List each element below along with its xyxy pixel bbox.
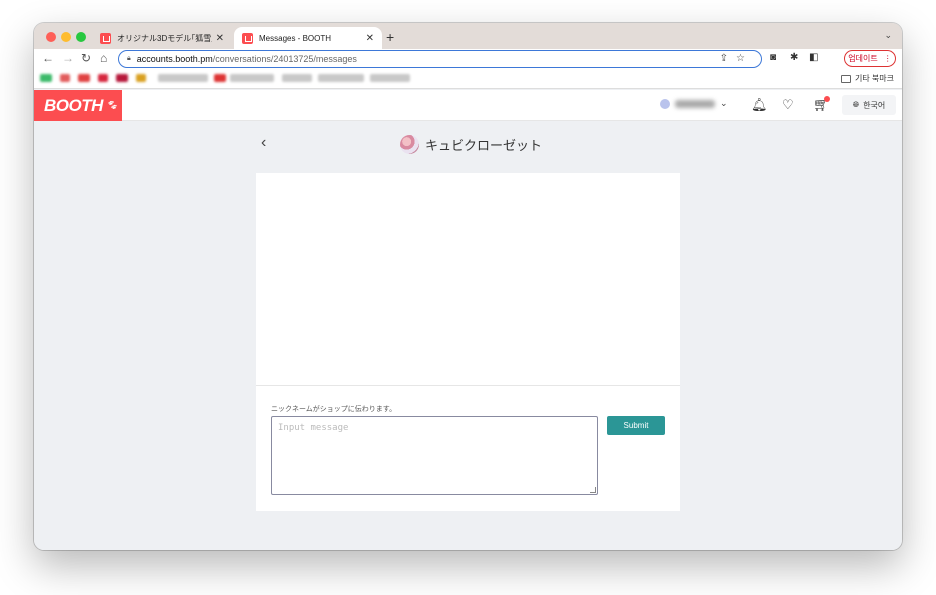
language-label: 한국어 <box>863 100 886 110</box>
back-button[interactable]: ‹ <box>261 134 266 152</box>
booth-logo[interactable]: BOOTH 🐾︎ <box>34 90 122 121</box>
other-bookmarks-folder[interactable]: 기타 북마크 <box>840 73 894 84</box>
shop-name[interactable]: キュビクローゼット <box>425 135 542 154</box>
shop-avatar <box>400 135 419 154</box>
sidebar-icon[interactable]: ◧ <box>809 52 818 63</box>
lock-icon: 🔒︎ <box>127 55 131 62</box>
conversation-header: キュビクローゼット <box>400 135 542 154</box>
reload-icon[interactable]: ↻ <box>81 51 91 65</box>
bookmark-item[interactable] <box>214 74 226 82</box>
site-header: BOOTH 🐾︎ ⌄ 🔔︎ ♡ 🛒︎ 🌐︎ 한국어 <box>34 90 902 121</box>
chevron-down-icon: ⌄ <box>720 98 728 108</box>
extensions-icon[interactable]: ✱ <box>790 52 798 63</box>
close-window-button[interactable] <box>46 32 56 42</box>
bookmark-item[interactable] <box>318 74 364 82</box>
message-input[interactable] <box>271 416 598 495</box>
bookmark-item[interactable] <box>230 74 274 82</box>
address-bar[interactable]: 🔒︎ accounts.booth.pm/conversations/24013… <box>118 50 762 68</box>
submit-button[interactable]: Submit <box>607 416 665 435</box>
update-label: 업데이트 <box>848 54 878 63</box>
bookmark-item[interactable] <box>116 74 128 82</box>
logo-text: BOOTH <box>44 95 103 115</box>
close-tab-icon[interactable]: ✕ <box>216 33 224 44</box>
tab-strip: オリジナル3Dモデル｢狐雪｣Ver.1.05 ✕ Messages - BOOT… <box>34 23 902 49</box>
booth-favicon-icon <box>100 32 111 44</box>
main-content: ‹ キュビクローゼット ニックネームがショップに伝わります。 Submit <box>34 121 902 550</box>
home-icon[interactable]: ⌂ <box>100 51 107 65</box>
update-button[interactable]: 업데이트 ⋮ <box>844 50 896 67</box>
globe-icon: 🌐︎ <box>852 100 860 109</box>
tab-product[interactable]: オリジナル3Dモデル｢狐雪｣Ver.1.05 ✕ <box>92 27 232 49</box>
bookmark-item[interactable] <box>282 74 312 82</box>
browser-window: オリジナル3Dモデル｢狐雪｣Ver.1.05 ✕ Messages - BOOT… <box>34 23 902 550</box>
nickname-notice: ニックネームがショップに伝わります。 <box>271 406 397 413</box>
language-button[interactable]: 🌐︎ 한국어 <box>842 95 896 115</box>
url-host: accounts.booth.pm <box>136 54 213 64</box>
bookmark-item[interactable] <box>98 74 108 82</box>
user-name-blurred <box>675 99 715 108</box>
browser-toolbar: ← → ↻ ⌂ 🔒︎ accounts.booth.pm/conversatio… <box>34 49 902 69</box>
close-tab-icon[interactable]: ✕ <box>366 33 374 44</box>
tab-title: Messages - BOOTH <box>259 33 332 43</box>
avatar <box>660 98 670 109</box>
bookmark-item[interactable] <box>136 74 146 82</box>
camera-icon[interactable]: ◙ <box>770 52 776 63</box>
heart-icon[interactable]: ♡ <box>782 97 794 113</box>
tab-title: オリジナル3Dモデル｢狐雪｣Ver.1.05 <box>117 33 212 43</box>
bookmark-folder-label: 기타 북마크 <box>854 74 894 83</box>
bookmark-item[interactable] <box>158 74 208 82</box>
resize-handle[interactable] <box>590 487 596 493</box>
maximize-window-button[interactable] <box>76 32 86 42</box>
url-path: /conversations/24013725/messages <box>212 54 357 64</box>
arrow-right-icon[interactable]: → <box>62 51 74 65</box>
share-and-star-icons[interactable]: ⇪☆ <box>720 53 753 64</box>
bookmark-item[interactable] <box>78 74 90 82</box>
new-tab-button[interactable]: + <box>386 29 394 45</box>
minimize-window-button[interactable] <box>61 32 71 42</box>
tab-search-button[interactable]: ⌄ <box>884 30 892 41</box>
bookmark-item[interactable] <box>370 74 410 82</box>
folder-icon <box>840 74 851 83</box>
booth-favicon-icon <box>242 32 253 44</box>
logo-mark-icon: 🐾︎ <box>105 100 117 110</box>
more-menu-icon: ⋮ <box>883 54 892 63</box>
bookmark-item[interactable] <box>40 74 52 82</box>
bookmarks-bar: 기타 북마크 <box>34 69 902 89</box>
message-list <box>256 173 680 386</box>
tab-messages[interactable]: Messages - BOOTH ✕ <box>234 27 382 49</box>
user-menu[interactable]: ⌄ <box>660 98 728 109</box>
bookmark-item[interactable] <box>60 74 70 82</box>
arrow-left-icon[interactable]: ← <box>42 51 54 65</box>
bell-icon[interactable]: 🔔︎ <box>751 97 768 113</box>
message-panel: ニックネームがショップに伝わります。 Submit <box>256 173 680 511</box>
cart-badge <box>824 96 830 102</box>
